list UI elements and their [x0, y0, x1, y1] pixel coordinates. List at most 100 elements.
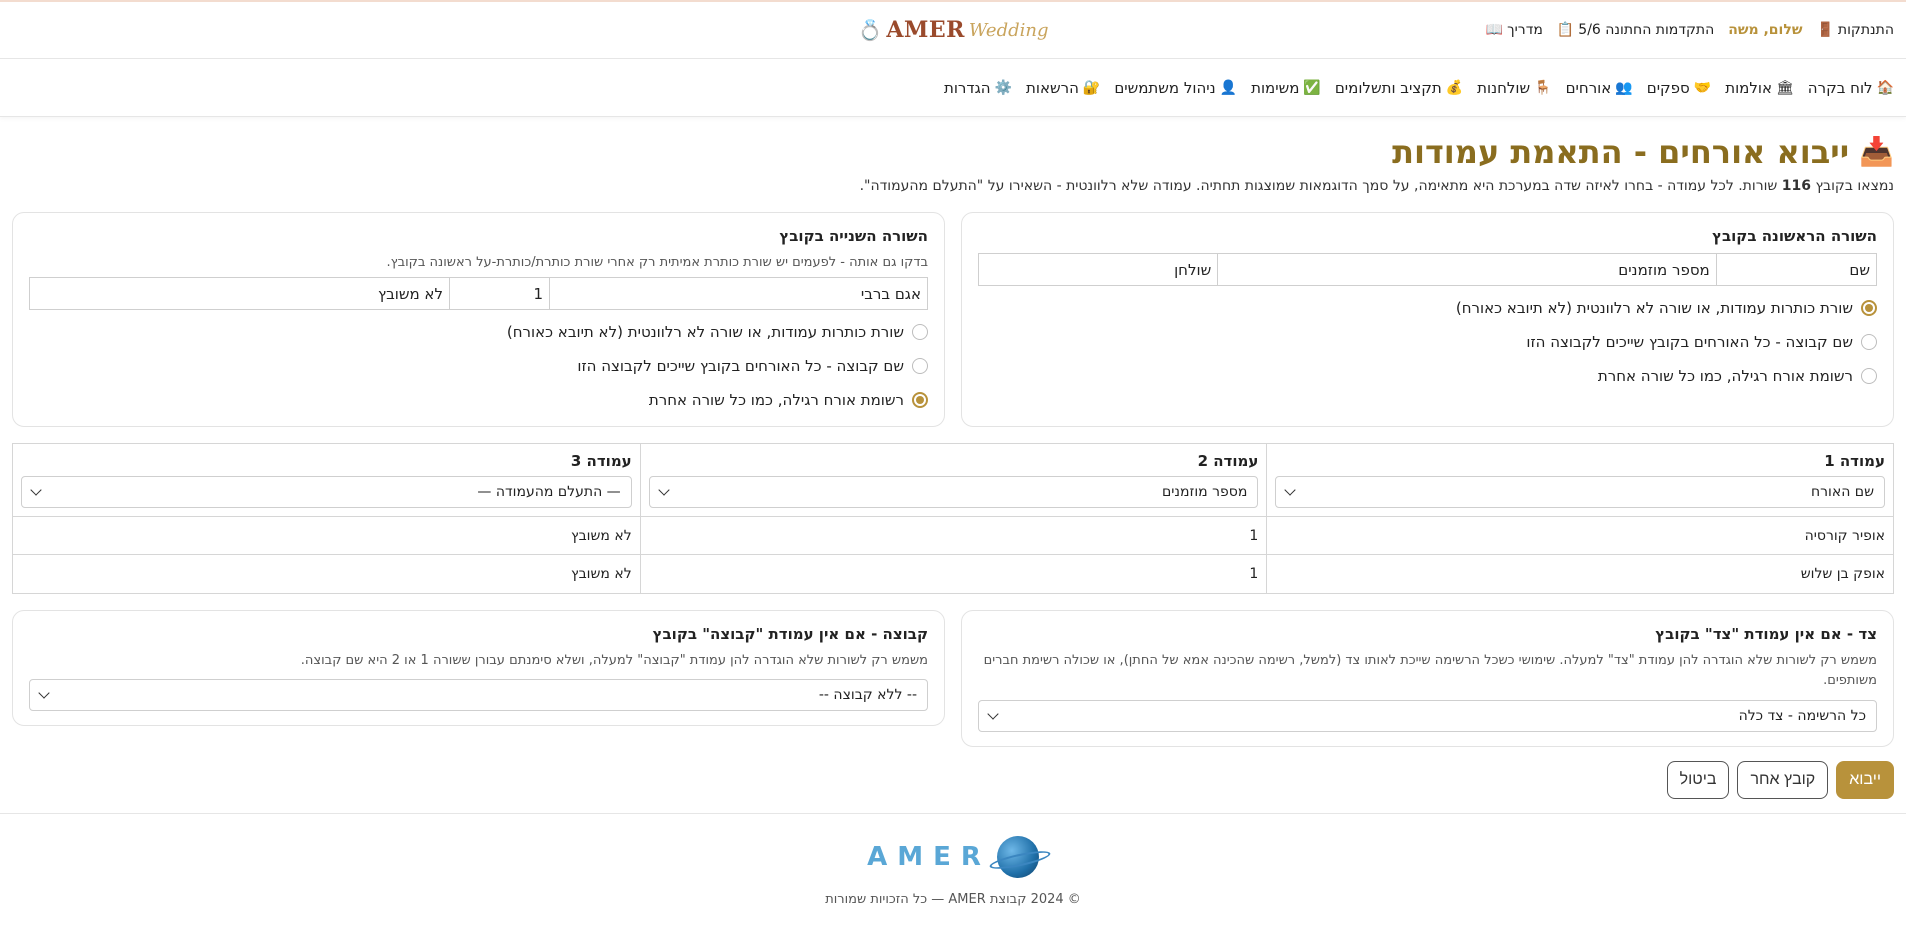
- sample-cell: אופיר קורסיה: [1267, 517, 1893, 556]
- radio-button[interactable]: [1861, 300, 1877, 317]
- first-row-option-group[interactable]: שם קבוצה - כל האורחים בקובץ שייכים לקבוצ…: [978, 330, 1877, 354]
- brand-logo[interactable]: Wedding AMER 💍: [858, 17, 1049, 43]
- radio-button[interactable]: [912, 324, 928, 341]
- second-row-option-header[interactable]: שורת כותרות עמודות, או שורה לא רלוונטית …: [29, 320, 928, 344]
- select-value: — התעלם מהעמודה —: [477, 484, 621, 501]
- second-row-option-guest[interactable]: רשומת אורח רגילה, כמו כל שורה אחרת: [29, 388, 928, 412]
- nav-item-dashboard[interactable]: 🏠 לוח בקרה: [1808, 79, 1894, 97]
- logout-link[interactable]: התנתקות 🚪: [1816, 22, 1894, 38]
- top-bar: התנתקות 🚪 שלום, משה התקדמות החתונה 5/6 📋…: [0, 2, 1906, 59]
- second-row-card: השורה השנייה בקובץ בדקו גם אותה - לפעמים…: [12, 212, 945, 428]
- radio-button[interactable]: [912, 392, 928, 409]
- sample-cell: 1: [640, 517, 1267, 556]
- nav-item-users[interactable]: 👤 ניהול משתמשים: [1114, 79, 1237, 97]
- door-icon: 🚪: [1816, 22, 1834, 38]
- globe-icon: [996, 835, 1039, 878]
- nav-label: ספקים: [1646, 78, 1690, 97]
- guests-icon: 👥: [1615, 79, 1633, 96]
- first-row-option-header[interactable]: שורת כותרות עמודות, או שורה לא רלוונטית …: [978, 296, 1877, 320]
- logo-script-text: Wedding: [968, 19, 1049, 41]
- other-file-button[interactable]: קובץ אחר: [1737, 760, 1829, 799]
- guide-label: מדריך: [1507, 22, 1543, 38]
- table-row: שם מספר מוזמנים שולחן: [977, 253, 1878, 287]
- table-row: אגם ברבי 1 לא משובץ: [29, 277, 928, 311]
- header-rows-section: השורה הראשונה בקובץ שם מספר מוזמנים שולח…: [12, 212, 1894, 428]
- group-default-select[interactable]: -- ללא קבוצה --: [29, 679, 928, 712]
- defaults-section: צד - אם אין עמודת "צד" בקובץ משמש רק לשו…: [12, 610, 1894, 747]
- nav-item-settings[interactable]: ⚙️ הגדרות: [944, 79, 1012, 97]
- nav-item-halls[interactable]: 🏛 אולמות: [1725, 79, 1794, 97]
- preview-cell: לא משובץ: [29, 277, 450, 311]
- hall-icon: 🏛: [1776, 79, 1794, 96]
- nav-label: שולחנות: [1477, 78, 1531, 97]
- radio-label: שורת כותרות עמודות, או שורה לא רלוונטית …: [1455, 299, 1853, 318]
- chevron-down-icon: [38, 687, 50, 700]
- logo-main-text: AMER: [886, 17, 965, 43]
- second-row-title: השורה השנייה בקובץ: [779, 227, 928, 246]
- chevron-down-icon: [30, 484, 42, 496]
- radio-label: שם קבוצה - כל האורחים בקובץ שייכים לקבוצ…: [1526, 333, 1853, 352]
- footer: AMER © 2024 קבוצת AMER — כל הזכויות שמור…: [0, 812, 1906, 913]
- side-default-help: משמש רק לשורות שלא הוגדרה להן עמודת "צד"…: [983, 653, 1877, 689]
- import-button[interactable]: ייבוא: [1836, 760, 1894, 799]
- second-row-option-group[interactable]: שם קבוצה - כל האורחים בקובץ שייכים לקבוצ…: [29, 354, 928, 378]
- sample-cell: אופק בן שלוש: [1800, 566, 1885, 583]
- radio-label: רשומת אורח רגילה, כמו כל שורה אחרת: [648, 391, 904, 410]
- second-row-preview: אגם ברבי 1 לא משובץ: [29, 277, 928, 311]
- mapping-column-header: עמודה 3 — התעלם מהעמודה —: [13, 444, 640, 518]
- side-default-card: צד - אם אין עמודת "צד" בקובץ משמש רק לשו…: [961, 610, 1894, 747]
- clipboard-icon: 📋: [1556, 22, 1575, 38]
- top-bar-right: התנתקות 🚪 שלום, משה התקדמות החתונה 5/6 📋…: [1486, 22, 1894, 38]
- nav-item-tasks[interactable]: ✅ משימות: [1251, 79, 1321, 97]
- user-icon: 👤: [1219, 79, 1238, 96]
- form-actions: ייבוא קובץ אחר ביטול: [12, 760, 1894, 799]
- chevron-down-icon: [987, 707, 999, 720]
- logout-label: התנתקות: [1837, 22, 1894, 38]
- radio-label: שם קבוצה - כל האורחים בקובץ שייכים לקבוצ…: [577, 357, 904, 376]
- select-value: -- ללא קבוצה --: [818, 687, 917, 704]
- nav-item-budget[interactable]: 💰 תקציב ותשלומים: [1335, 79, 1463, 97]
- house-icon: 🏠: [1876, 79, 1894, 96]
- mapping-column-1: עמודה 1 שם האורח אופיר קורסיה אופק בן של…: [1266, 444, 1893, 594]
- row-count: 116: [1781, 178, 1812, 195]
- group-default-card: קבוצה - אם אין עמודת "קבוצה" בקובץ משמש …: [12, 610, 945, 727]
- column-2-field-select[interactable]: מספר מוזמנים: [648, 476, 1259, 509]
- column-mapping-table: עמודה 1 שם האורח אופיר קורסיה אופק בן של…: [12, 443, 1894, 595]
- nav-label: ניהול משתמשים: [1114, 78, 1216, 97]
- nav-label: תקציב ותשלומים: [1334, 78, 1442, 97]
- nav-label: אולמות: [1725, 78, 1773, 97]
- preview-cell: שולחן: [977, 253, 1219, 287]
- column-title: עמודה 1: [1824, 452, 1885, 471]
- radio-button[interactable]: [912, 358, 928, 375]
- nav-item-guests[interactable]: 👥 אורחים: [1566, 79, 1633, 97]
- cancel-button[interactable]: ביטול: [1666, 760, 1730, 799]
- sample-cell: לא משובץ: [571, 566, 632, 583]
- nav-item-tables[interactable]: 🪑 שולחנות: [1477, 79, 1551, 97]
- first-row-option-guest[interactable]: רשומת אורח רגילה, כמו כל שורה אחרת: [978, 364, 1877, 388]
- second-row-help: בדקו גם אותה - לפעמים יש שורת כותרת אמית…: [386, 255, 928, 271]
- group-default-title: קבוצה - אם אין עמודת "קבוצה" בקובץ: [652, 625, 928, 644]
- page-title: 📥 ייבוא אורחים - התאמת עמודות: [12, 134, 1894, 170]
- guide-link[interactable]: מדריך 📖: [1486, 22, 1543, 38]
- nav-label: משימות: [1251, 78, 1300, 97]
- inbox-tray-icon: 📥: [1859, 135, 1894, 169]
- preview-cell: 1: [449, 277, 550, 311]
- first-row-title: השורה הראשונה בקובץ: [1712, 227, 1877, 246]
- nav-label: הגדרות: [943, 78, 991, 97]
- column-3-field-select[interactable]: — התעלם מהעמודה —: [21, 476, 632, 509]
- side-default-title: צד - אם אין עמודת "צד" בקובץ: [1655, 625, 1877, 644]
- radio-button[interactable]: [1861, 334, 1877, 351]
- radio-button[interactable]: [1861, 368, 1877, 385]
- intro-suffix: שורות. לכל עמודה - בחרו לאיזה שדה במערכת…: [859, 178, 1778, 195]
- book-icon: 📖: [1485, 22, 1504, 38]
- user-greeting: שלום, משה: [1728, 22, 1803, 38]
- nav-label: לוח בקרה: [1807, 78, 1873, 97]
- check-icon: ✅: [1303, 79, 1321, 96]
- side-default-select[interactable]: כל הרשימה - צד כלה: [978, 699, 1877, 732]
- column-1-field-select[interactable]: שם האורח: [1275, 476, 1885, 509]
- nav-item-vendors[interactable]: 🤝 ספקים: [1647, 79, 1712, 97]
- rings-icon: 💍: [857, 18, 883, 42]
- wedding-progress[interactable]: התקדמות החתונה 5/6 📋: [1557, 22, 1714, 38]
- nav-item-permissions[interactable]: 🔐 הרשאות: [1026, 79, 1100, 97]
- group-default-help: משמש רק לשורות שלא הוגדרה להן עמודת "קבו…: [300, 653, 928, 669]
